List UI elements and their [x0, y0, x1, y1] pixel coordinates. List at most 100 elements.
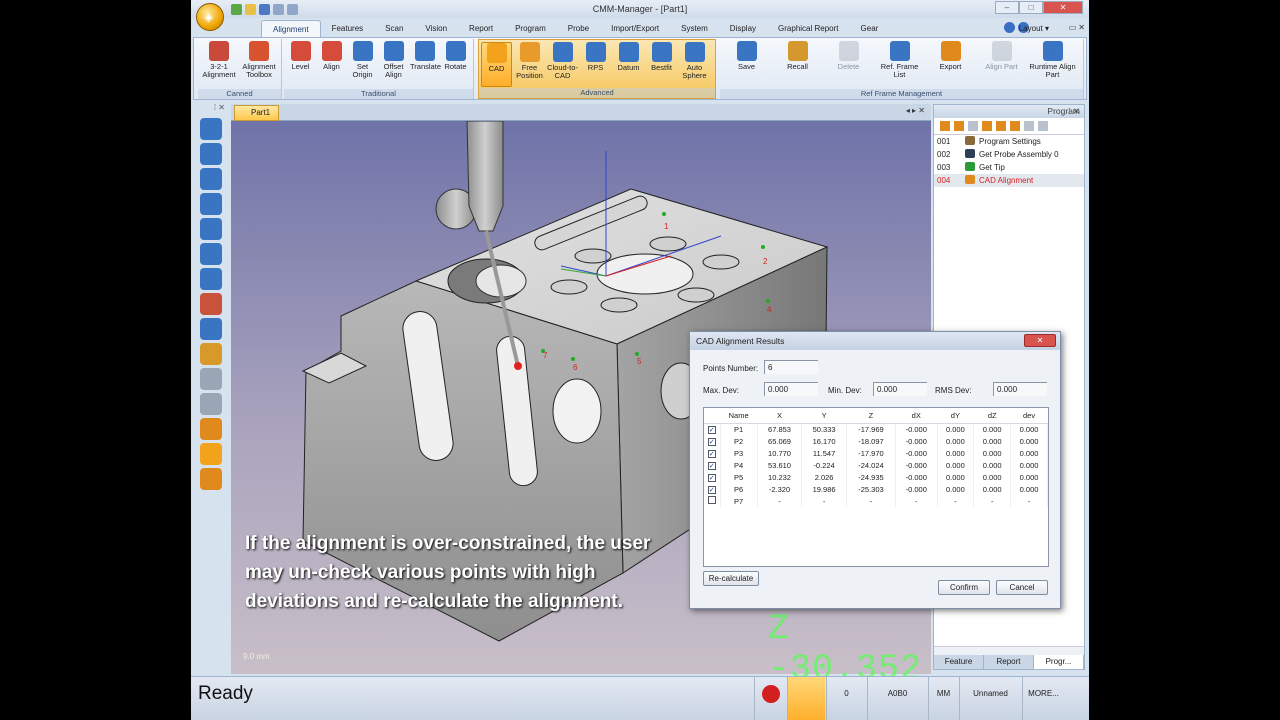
- align-part-button[interactable]: Align Part: [977, 41, 1026, 86]
- program-item[interactable]: 001 Program Settings: [934, 135, 1084, 148]
- pan-icon[interactable]: [200, 243, 222, 265]
- offset-align-button[interactable]: Offset Align: [379, 41, 408, 86]
- zoom-window-icon[interactable]: [200, 168, 222, 190]
- stop-icon[interactable]: [968, 121, 978, 131]
- zoom-all-icon[interactable]: [200, 218, 222, 240]
- tab-vision[interactable]: Vision: [414, 20, 458, 37]
- print-icon[interactable]: [287, 4, 298, 15]
- tab-alignment[interactable]: Alignment: [261, 20, 321, 37]
- alignment-toolbox-button[interactable]: Alignment Toolbox: [240, 41, 278, 86]
- ribbon-close-icon[interactable]: ✕: [1078, 23, 1085, 32]
- tab-system[interactable]: System: [670, 20, 719, 37]
- column-header[interactable]: Y: [801, 408, 847, 424]
- wireframe-icon[interactable]: [200, 393, 222, 415]
- machine-icon[interactable]: [787, 677, 825, 720]
- ref-frame-list-button[interactable]: Ref. Frame List: [875, 41, 924, 86]
- tab-program[interactable]: Program: [504, 20, 557, 37]
- record-icon[interactable]: [996, 121, 1006, 131]
- program-item[interactable]: 002 Get Probe Assembly 0: [934, 148, 1084, 161]
- column-header[interactable]: dY: [937, 408, 974, 424]
- save-icon[interactable]: [259, 4, 270, 15]
- level-button[interactable]: Level: [286, 41, 315, 86]
- tab-probe[interactable]: Probe: [557, 20, 600, 37]
- program-item[interactable]: 004 CAD Alignment: [934, 174, 1084, 187]
- align-button[interactable]: Align: [317, 41, 346, 86]
- tab-feature[interactable]: Feature: [934, 655, 984, 669]
- free-position-button[interactable]: Free Position: [514, 42, 545, 87]
- box-wire-icon[interactable]: [200, 418, 222, 440]
- step-icon[interactable]: [954, 121, 964, 131]
- auto-sphere-button[interactable]: Auto Sphere: [679, 42, 710, 87]
- column-header[interactable]: dev: [1010, 408, 1048, 424]
- fit-icon[interactable]: [200, 343, 222, 365]
- bestfit-button[interactable]: Bestfit: [646, 42, 677, 87]
- confirm-button[interactable]: Confirm: [938, 580, 990, 595]
- tab-graphical-report[interactable]: Graphical Report: [767, 20, 849, 37]
- box-solid-icon[interactable]: [200, 443, 222, 465]
- save-button[interactable]: Save: [722, 41, 771, 86]
- tab-progr-[interactable]: Progr...: [1034, 655, 1084, 669]
- box-shaded-icon[interactable]: [200, 468, 222, 490]
- app-icon[interactable]: [231, 4, 242, 15]
- layout-menu[interactable]: Layout ▾: [1019, 24, 1049, 33]
- set-origin-button[interactable]: Set Origin: [348, 41, 377, 86]
- row-checkbox[interactable]: ✓: [704, 435, 721, 447]
- row-checkbox[interactable]: [704, 495, 721, 507]
- tab-scan[interactable]: Scan: [374, 20, 414, 37]
- row-checkbox[interactable]: ✓: [704, 459, 721, 471]
- rotate-view-icon[interactable]: [200, 268, 222, 290]
- column-header[interactable]: Z: [846, 408, 896, 424]
- column-header[interactable]: X: [757, 408, 802, 424]
- row-checkbox[interactable]: ✓: [704, 471, 721, 483]
- delete-button[interactable]: Delete: [824, 41, 873, 86]
- ref-frame-name[interactable]: Unnamed: [959, 677, 1021, 720]
- translate-button[interactable]: Translate: [410, 41, 441, 86]
- runtime-align-part-button[interactable]: Runtime Align Part: [1028, 41, 1077, 86]
- dialog-close-button[interactable]: ✕: [1024, 334, 1056, 347]
- close-icon[interactable]: ✕: [1043, 1, 1083, 14]
- cloud-to-cad-button[interactable]: Cloud-to-CAD: [547, 42, 578, 87]
- pause-icon[interactable]: [1024, 121, 1034, 131]
- units-indicator[interactable]: MM: [928, 677, 958, 720]
- shade-icon[interactable]: [200, 293, 222, 315]
- zoom-in-icon[interactable]: [200, 118, 222, 140]
- column-header[interactable]: Name: [720, 408, 758, 424]
- row-checkbox[interactable]: ✓: [704, 447, 721, 459]
- tab-display[interactable]: Display: [719, 20, 767, 37]
- tab-gear[interactable]: Gear: [850, 20, 890, 37]
- emergency-stop-icon[interactable]: [754, 677, 786, 720]
- view-icon[interactable]: [200, 318, 222, 340]
- tab-report[interactable]: Report: [458, 20, 504, 37]
- 3-2-1-alignment-button[interactable]: 3-2-1 Alignment: [200, 41, 238, 86]
- run-icon[interactable]: [940, 121, 950, 131]
- column-header[interactable]: dX: [895, 408, 937, 424]
- recalculate-button[interactable]: Re-calculate: [703, 571, 759, 586]
- column-header[interactable]: dZ: [973, 408, 1011, 424]
- open-folder-icon[interactable]: [245, 4, 256, 15]
- clear-icon[interactable]: [1038, 121, 1048, 131]
- cancel-button[interactable]: Cancel: [996, 580, 1048, 595]
- panel-close-icon[interactable]: ⁞ ✕: [1068, 105, 1080, 118]
- ribbon-minimize-icon[interactable]: ▭: [1069, 23, 1077, 32]
- document-controls[interactable]: ◂ ▸ ✕: [906, 106, 925, 115]
- more-button[interactable]: MORE...: [1022, 677, 1064, 720]
- new-icon[interactable]: [273, 4, 284, 15]
- tab-report[interactable]: Report: [984, 655, 1034, 669]
- minimize-icon[interactable]: –: [995, 1, 1019, 14]
- style-icon[interactable]: [1004, 22, 1015, 33]
- tab-part1[interactable]: Part1: [234, 105, 280, 121]
- application-menu-button[interactable]: ◈: [196, 3, 224, 31]
- program-scrollbar[interactable]: [934, 646, 1084, 655]
- zoom-out-icon[interactable]: [200, 143, 222, 165]
- play-icon[interactable]: [982, 121, 992, 131]
- rps-button[interactable]: RPS: [580, 42, 611, 87]
- hidden-line-icon[interactable]: [200, 368, 222, 390]
- recall-button[interactable]: Recall: [773, 41, 822, 86]
- export-button[interactable]: Export: [926, 41, 975, 86]
- datum-button[interactable]: Datum: [613, 42, 644, 87]
- tab-features[interactable]: Features: [321, 20, 375, 37]
- row-checkbox[interactable]: ✓: [704, 483, 721, 495]
- maximize-icon[interactable]: □: [1019, 1, 1043, 14]
- zoom-fit-icon[interactable]: [200, 193, 222, 215]
- program-item[interactable]: 003 Get Tip: [934, 161, 1084, 174]
